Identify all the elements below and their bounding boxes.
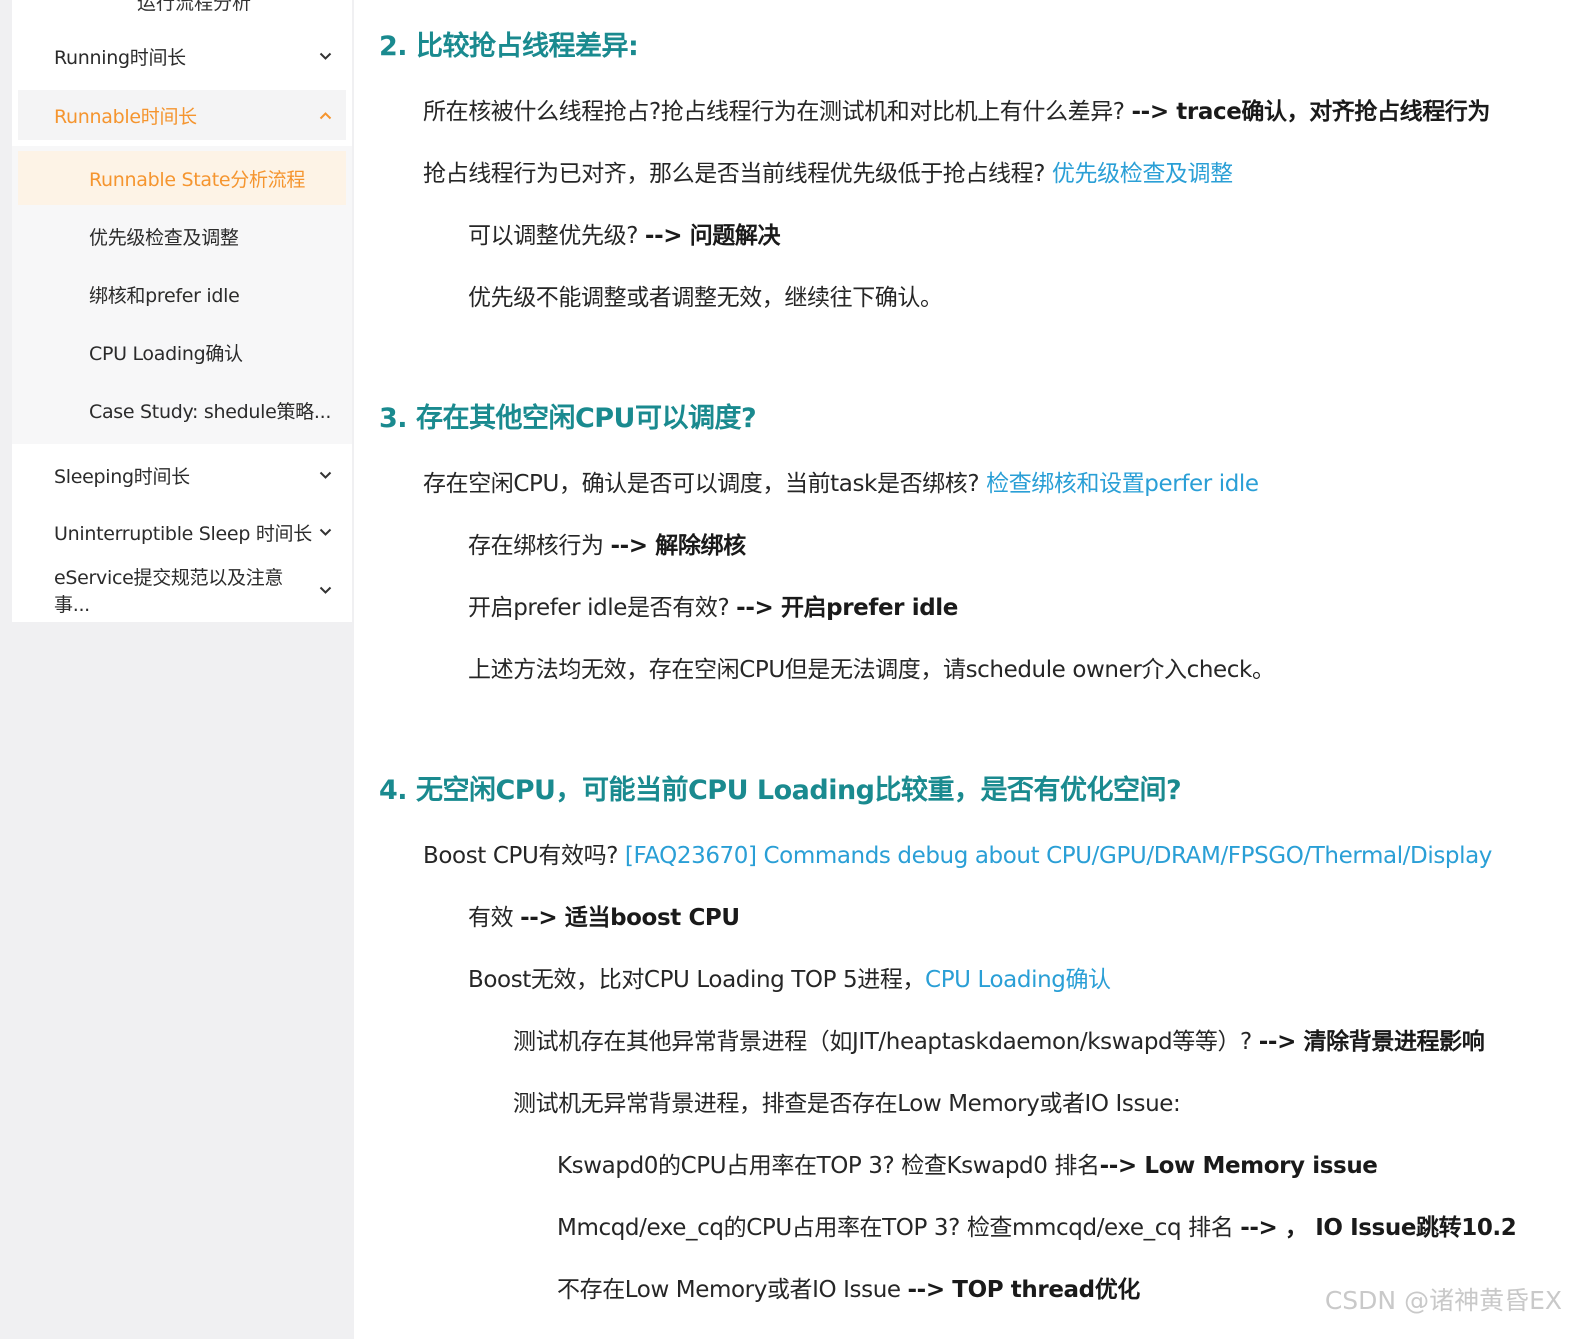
- text: 测试机无异常背景进程，排查是否存在Low Memory或者IO Issue:: [513, 1091, 1181, 1117]
- text: 测试机存在其他异常背景进程（如JIT/heaptaskdaemon/kswapd…: [513, 1029, 1259, 1055]
- sidebar-item-label: Running时间长: [54, 46, 186, 69]
- paragraph: 抢占线程行为已对齐，那么是否当前线程优先级低于抢占线程? 优先级检查及调整: [423, 154, 1233, 188]
- text: 有效: [468, 905, 521, 931]
- sidebar-subitem-bind-core[interactable]: 绑核和prefer idle: [18, 267, 346, 321]
- bold-text: --> 开启prefer idle: [736, 595, 958, 621]
- paragraph: 不存在Low Memory或者IO Issue --> TOP thread优化: [557, 1270, 1140, 1304]
- text: Kswapd0的CPU占用率在TOP 3? 检查Kswapd0 排名: [557, 1153, 1100, 1179]
- paragraph: Mmcqd/exe_cq的CPU占用率在TOP 3? 检查mmcqd/exe_c…: [557, 1208, 1517, 1242]
- bold-text: --> 适当boost CPU: [520, 905, 740, 931]
- bold-text: --> 清除背景进程影响: [1258, 1029, 1485, 1055]
- bold-text: --> ， IO Issue跳转10.2: [1240, 1215, 1517, 1241]
- chevron-up-icon[interactable]: [318, 108, 332, 122]
- chevron-down-icon[interactable]: [318, 468, 332, 482]
- bold-text: --> 问题解决: [644, 223, 781, 249]
- sidebar-subitem-cpu-loading[interactable]: CPU Loading确认: [18, 325, 346, 379]
- bold-text: --> 解除绑核: [610, 533, 747, 559]
- text: 所在核被什么线程抢占?抢占线程行为在测试机和对比机上有什么差异?: [423, 99, 1132, 125]
- sidebar-subitem-case-study[interactable]: Case Study: shedule策略...: [18, 383, 346, 437]
- sidebar-subitem-label: Case Study: shedule策略...: [89, 400, 332, 423]
- text: 抢占线程行为已对齐，那么是否当前线程优先级低于抢占线程?: [423, 161, 1052, 187]
- sidebar-item-uninterruptible-sleep[interactable]: Uninterruptible Sleep 时间长: [18, 507, 346, 557]
- text: 存在空闲CPU，确认是否可以调度，当前task是否绑核?: [423, 471, 987, 497]
- chevron-down-icon[interactable]: [318, 583, 332, 597]
- text: 上述方法均无效，存在空闲CPU但是无法调度，请schedule owner介入c…: [468, 657, 1275, 683]
- sidebar-subitem-label: 优先级检查及调整: [89, 226, 239, 249]
- text: Boost CPU有效吗?: [423, 843, 625, 869]
- paragraph: 优先级不能调整或者调整无效，继续往下确认。: [468, 278, 943, 312]
- sidebar-item-eservice[interactable]: eService提交规范以及注意事...: [18, 565, 346, 616]
- link-priority-check[interactable]: 优先级检查及调整: [1052, 161, 1233, 187]
- link-cpu-loading[interactable]: CPU Loading确认: [925, 967, 1111, 993]
- sidebar-item-label: eService提交规范以及注意事...: [54, 567, 284, 616]
- section-heading: 2. 比较抢占线程差异:: [379, 31, 639, 62]
- text: 存在绑核行为: [468, 533, 611, 559]
- text: 开启prefer idle是否有效?: [468, 595, 737, 621]
- text: Mmcqd/exe_cq的CPU占用率在TOP 3? 检查mmcqd/exe_c…: [557, 1215, 1241, 1241]
- link-faq23670[interactable]: [FAQ23670] Commands debug about CPU/GPU/…: [625, 843, 1492, 869]
- chevron-down-icon[interactable]: [318, 49, 332, 63]
- sidebar-subitem-runnable-state[interactable]: Runnable State分析流程: [18, 151, 346, 205]
- section-heading: 4. 无空闲CPU，可能当前CPU Loading比较重，是否有优化空间?: [379, 775, 1182, 806]
- page: 运行流程分析 Running时间长 Runnable时间长 Runnable S…: [0, 0, 1582, 1339]
- paragraph: 有效 --> 适当boost CPU: [468, 898, 740, 932]
- paragraph: 存在绑核行为 --> 解除绑核: [468, 526, 746, 560]
- paragraph: Boost CPU有效吗? [FAQ23670] Commands debug …: [423, 836, 1492, 870]
- paragraph: Kswapd0的CPU占用率在TOP 3? 检查Kswapd0 排名--> Lo…: [557, 1146, 1378, 1180]
- sidebar-item-clipped[interactable]: 运行流程分析: [137, 0, 251, 15]
- sidebar-item-running[interactable]: Running时间长: [18, 31, 346, 81]
- text: 不存在Low Memory或者IO Issue: [557, 1277, 908, 1303]
- sidebar-item-label: Uninterruptible Sleep 时间长: [54, 522, 312, 545]
- sidebar-item-label: Sleeping时间长: [54, 465, 190, 488]
- sidebar-subitem-label: CPU Loading确认: [89, 342, 243, 365]
- bold-text: --> TOP thread优化: [907, 1277, 1141, 1303]
- sidebar-item-sleeping[interactable]: Sleeping时间长: [18, 450, 346, 500]
- paragraph: 上述方法均无效，存在空闲CPU但是无法调度，请schedule owner介入c…: [468, 650, 1275, 684]
- paragraph: 所在核被什么线程抢占?抢占线程行为在测试机和对比机上有什么差异? --> tra…: [423, 92, 1490, 126]
- text: 优先级不能调整或者调整无效，继续往下确认。: [468, 285, 943, 311]
- article-content: 2. 比较抢占线程差异: 所在核被什么线程抢占?抢占线程行为在测试机和对比机上有…: [355, 0, 1582, 1339]
- paragraph: 测试机无异常背景进程，排查是否存在Low Memory或者IO Issue:: [513, 1084, 1181, 1118]
- sidebar-item-label: Runnable时间长: [54, 105, 197, 128]
- sidebar-subitem-priority[interactable]: 优先级检查及调整: [18, 209, 346, 263]
- bold-text: --> trace确认，对齐抢占线程行为: [1131, 99, 1491, 125]
- link-bind-core-prefer-idle[interactable]: 检查绑核和设置perfer idle: [986, 471, 1259, 497]
- text: Boost无效，比对CPU Loading TOP 5进程，: [468, 967, 926, 993]
- paragraph: 开启prefer idle是否有效? --> 开启prefer idle: [468, 588, 958, 622]
- text: 可以调整优先级?: [468, 223, 645, 249]
- paragraph: 存在空闲CPU，确认是否可以调度，当前task是否绑核? 检查绑核和设置perf…: [423, 464, 1259, 498]
- paragraph: 测试机存在其他异常背景进程（如JIT/heaptaskdaemon/kswapd…: [513, 1022, 1485, 1056]
- sidebar-item-runnable[interactable]: Runnable时间长: [18, 90, 346, 140]
- section-heading: 3. 存在其他空闲CPU可以调度?: [379, 403, 757, 434]
- paragraph: Boost无效，比对CPU Loading TOP 5进程，CPU Loadin…: [468, 960, 1111, 994]
- sidebar-subitem-label: Runnable State分析流程: [89, 168, 306, 191]
- paragraph: 可以调整优先级? --> 问题解决: [468, 216, 780, 250]
- bold-text: --> Low Memory issue: [1099, 1153, 1378, 1179]
- sidebar-subitem-label: 绑核和prefer idle: [89, 284, 240, 307]
- chevron-down-icon[interactable]: [318, 525, 332, 539]
- watermark: CSDN @诸神黄昏EX: [1324, 1286, 1562, 1315]
